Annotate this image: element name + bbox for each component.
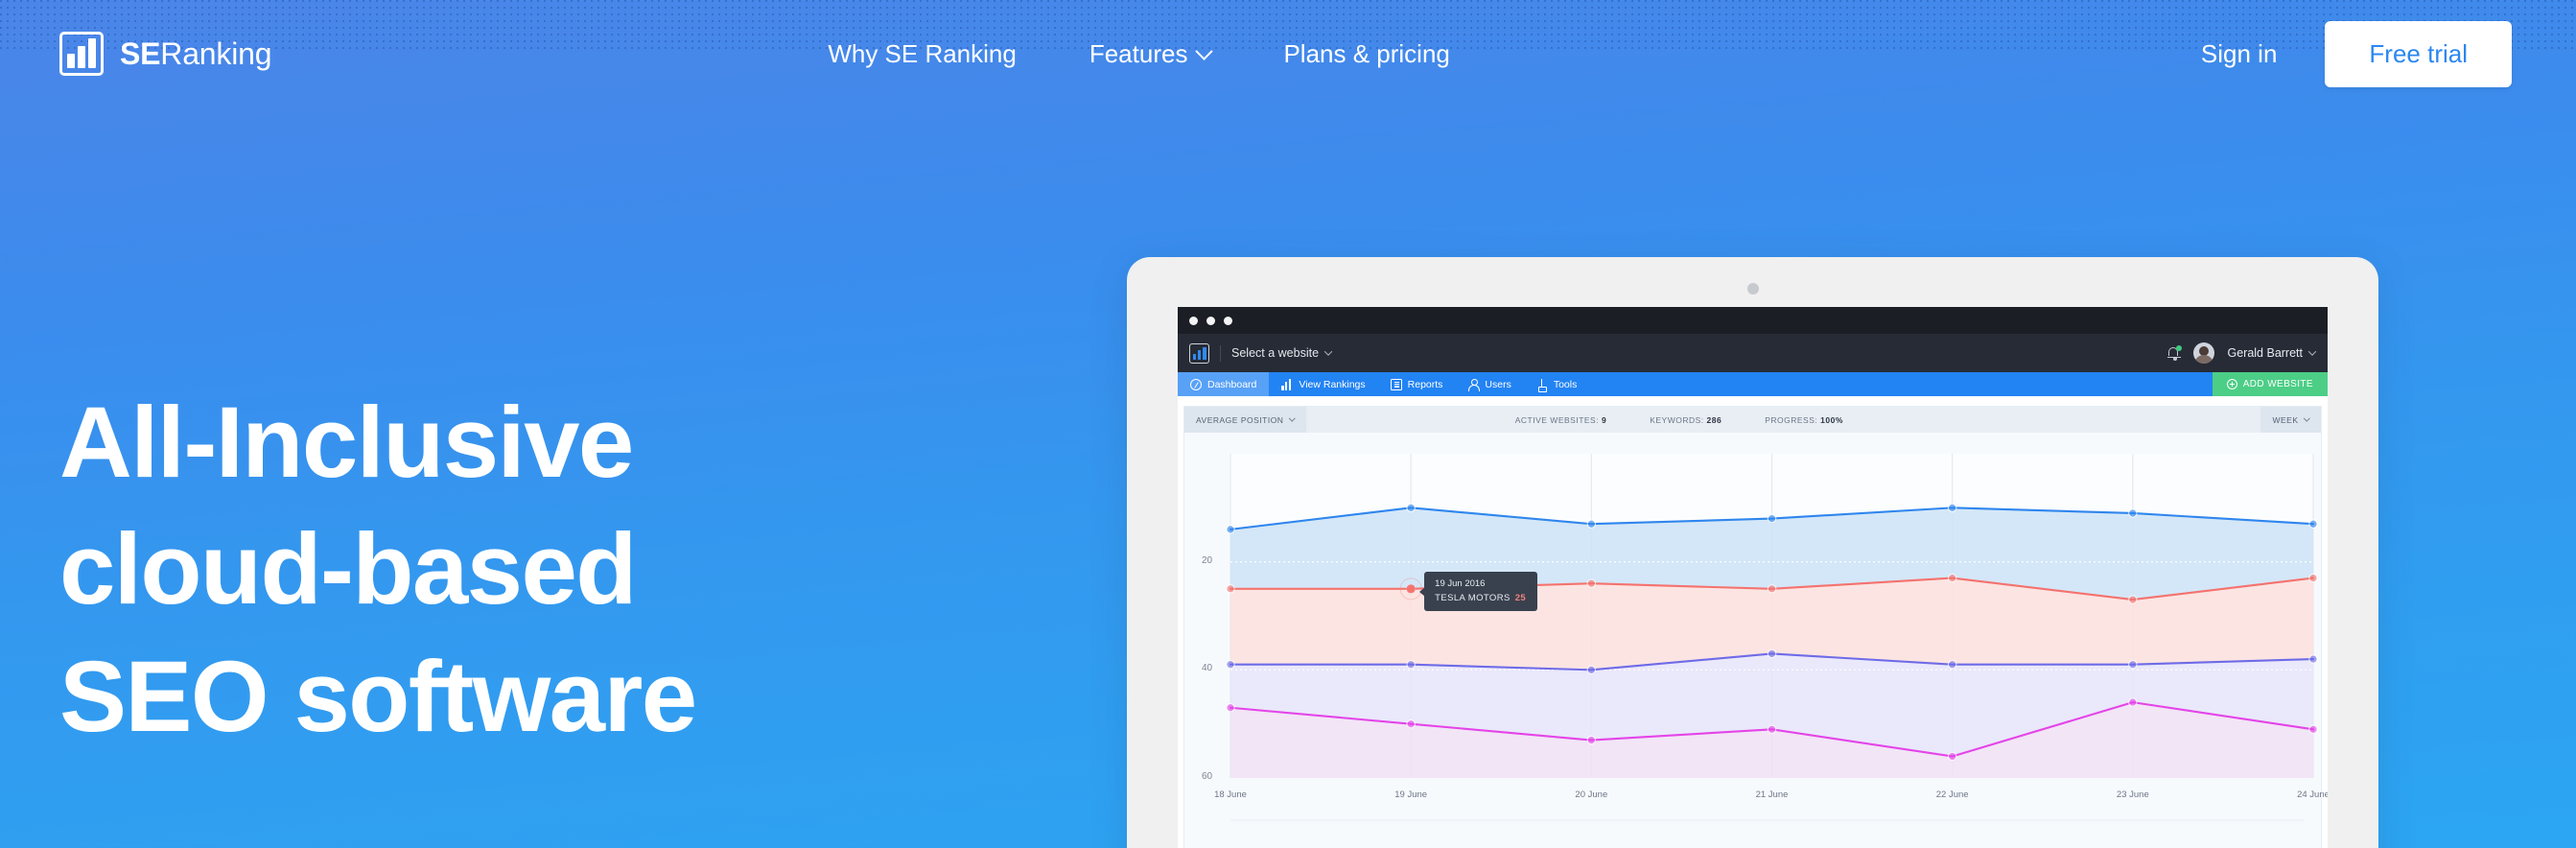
bar-chart-icon — [1281, 378, 1293, 390]
tooltip-series-row: TESLA MOTORS 25 — [1435, 593, 1526, 603]
metric-selector[interactable]: AVERAGE POSITION — [1184, 407, 1306, 433]
window-close-button[interactable] — [1189, 316, 1198, 325]
stat-label: PROGRESS: — [1765, 414, 1818, 425]
dashboard-screen: Select a website Gerald Barrett Dashboar… — [1178, 307, 2328, 848]
rankings-chart[interactable]: 20 40 60 18 June 19 June 20 June 21 June 22 Ju… — [1184, 433, 2328, 848]
user-name-label: Gerald Barrett — [2227, 346, 2303, 360]
nav-item-label: Plans & pricing — [1283, 38, 1450, 68]
top-navigation: SERanking Why SE Ranking Features Plans … — [0, 0, 2576, 107]
tooltip-series-value: 25 — [1514, 592, 1527, 603]
add-website-label: ADD WEBSITE — [2242, 379, 2313, 389]
window-minimize-button[interactable] — [1206, 316, 1215, 325]
chart-x-tick: 19 June — [1394, 789, 1428, 800]
tab-users[interactable]: Users — [1455, 372, 1523, 396]
window-maximize-button[interactable] — [1224, 316, 1232, 325]
brand-name: SERanking — [120, 35, 272, 72]
hero-heading: All-Inclusive cloud-based SEO software — [59, 380, 697, 761]
chart-x-tick: 20 June — [1575, 789, 1608, 800]
hero-line-1: All-Inclusive — [59, 387, 634, 499]
avatar[interactable] — [2193, 342, 2215, 364]
dashboard-content: AVERAGE POSITION ACTIVE WEBSITES: 9 KEYW… — [1178, 396, 2328, 848]
hero-line-2: cloud-based — [59, 513, 637, 626]
chart-x-tick: 23 June — [2116, 789, 2149, 800]
stat-active-websites: ACTIVE WEBSITES: 9 — [1515, 415, 1606, 425]
site-selector-label: Select a website — [1231, 346, 1320, 360]
tab-label: Tools — [1553, 378, 1578, 390]
tab-view-rankings[interactable]: View Rankings — [1269, 372, 1377, 396]
chevron-down-icon — [2304, 414, 2310, 422]
chart-y-tick: 40 — [1202, 663, 1213, 674]
period-selector-label: WEEK — [2272, 414, 2299, 425]
nav-links: Why SE Ranking Features Plans & pricing — [828, 39, 1450, 69]
document-icon — [1390, 378, 1402, 390]
app-header-right: Gerald Barrett — [2166, 342, 2317, 364]
period-selector[interactable]: WEEK — [2260, 407, 2321, 433]
add-website-button[interactable]: ADD WEBSITE — [2212, 372, 2328, 396]
user-menu[interactable]: Gerald Barrett — [2227, 346, 2317, 360]
app-tab-bar: Dashboard View Rankings Reports Users To… — [1178, 372, 2328, 396]
plus-circle-icon — [2226, 379, 2237, 389]
stats-bar: AVERAGE POSITION ACTIVE WEBSITES: 9 KEYW… — [1184, 407, 2321, 433]
chart-x-tick: 21 June — [1755, 789, 1789, 800]
user-icon — [1467, 379, 1481, 391]
stat-value: 9 — [1601, 414, 1607, 425]
app-header: Select a website Gerald Barrett — [1178, 334, 2328, 372]
nav-item-why-se-ranking[interactable]: Why SE Ranking — [828, 39, 1017, 69]
compass-icon — [1190, 378, 1202, 390]
chart-y-tick: 20 — [1202, 554, 1213, 566]
tab-label: Users — [1485, 378, 1511, 390]
stat-value: 286 — [1706, 414, 1722, 425]
app-logo-icon[interactable] — [1189, 342, 1209, 364]
stat-label: ACTIVE WEBSITES: — [1514, 414, 1600, 425]
wrench-icon — [1536, 378, 1548, 392]
chart-x-tick: 18 June — [1214, 789, 1247, 800]
tab-dashboard[interactable]: Dashboard — [1178, 372, 1270, 396]
tablet-mockup: Select a website Gerald Barrett Dashboar… — [1127, 257, 2378, 848]
brand-name-light: Ranking — [160, 35, 272, 71]
notification-badge-dot — [2176, 344, 2183, 351]
tab-tools[interactable]: Tools — [1524, 372, 1590, 396]
rankings-panel: AVERAGE POSITION ACTIVE WEBSITES: 9 KEYW… — [1183, 406, 2328, 848]
chart-x-tick: 22 June — [1935, 789, 1969, 800]
nav-item-label: Features — [1089, 38, 1188, 68]
hero-line-3: SEO software — [59, 640, 697, 753]
metric-selector-label: AVERAGE POSITION — [1196, 414, 1284, 425]
camera-dot-icon — [1746, 283, 1759, 294]
tooltip-date: 19 Jun 2016 — [1435, 577, 1486, 589]
window-chrome-bar — [1178, 307, 2328, 334]
header-divider — [1220, 344, 1221, 362]
tab-reports[interactable]: Reports — [1378, 372, 1456, 396]
chevron-down-icon — [1323, 347, 1333, 356]
free-trial-button[interactable]: Free trial — [2325, 20, 2512, 87]
site-selector[interactable]: Select a website — [1231, 346, 1333, 360]
chevron-down-icon — [1195, 41, 1214, 60]
bar-chart-logo-icon — [59, 32, 104, 76]
tab-label: Dashboard — [1207, 378, 1257, 390]
tooltip-series-name: TESLA MOTORS — [1435, 592, 1510, 603]
brand-name-bold: SE — [120, 35, 161, 71]
chart-y-tick: 60 — [1202, 771, 1213, 782]
chevron-down-icon — [2307, 347, 2317, 356]
chart-x-tick: 24 June — [2297, 789, 2328, 800]
stat-label: KEYWORDS: — [1650, 414, 1704, 425]
chart-canvas — [1226, 454, 2318, 821]
nav-actions: Sign in Free trial — [2201, 20, 2512, 87]
tab-label: View Rankings — [1299, 378, 1366, 390]
notifications-bell[interactable] — [2166, 344, 2183, 362]
brand-logo[interactable]: SERanking — [59, 32, 272, 76]
stats-summary: ACTIVE WEBSITES: 9 KEYWORDS: 286 PROGRES… — [1515, 415, 1843, 425]
nav-item-plans-pricing[interactable]: Plans & pricing — [1283, 39, 1449, 69]
nav-item-label: Why SE Ranking — [828, 38, 1017, 68]
nav-item-features[interactable]: Features — [1089, 38, 1214, 69]
stat-value: 100% — [1820, 414, 1843, 425]
chevron-down-icon — [1289, 414, 1296, 422]
tab-label: Reports — [1407, 378, 1443, 390]
sign-in-link[interactable]: Sign in — [2201, 39, 2278, 69]
stat-keywords: KEYWORDS: 286 — [1650, 415, 1721, 425]
chart-tooltip: 19 Jun 2016 TESLA MOTORS 25 — [1419, 571, 1538, 611]
stat-progress: PROGRESS: 100% — [1765, 415, 1843, 425]
